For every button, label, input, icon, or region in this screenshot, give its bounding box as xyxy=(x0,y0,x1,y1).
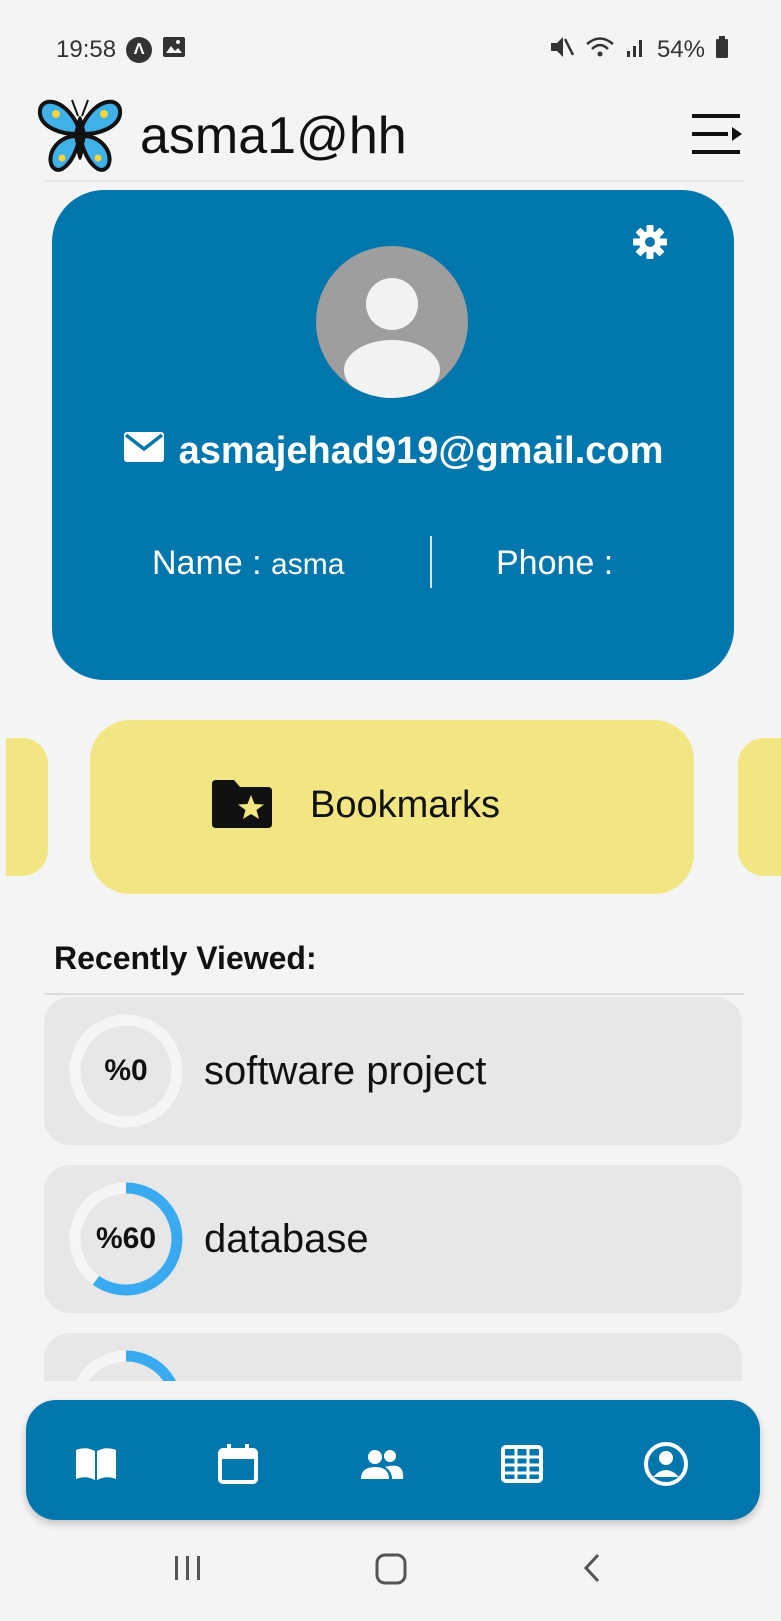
wifi-icon xyxy=(585,35,615,66)
app-bar-divider xyxy=(44,180,744,182)
recent-apps-icon[interactable] xyxy=(172,1552,204,1589)
account-icon[interactable] xyxy=(642,1440,690,1488)
recently-viewed-list[interactable]: %0 software project %60 database xyxy=(0,995,781,1381)
list-item[interactable]: %60 database xyxy=(44,1165,742,1313)
system-nav-bar xyxy=(0,1530,781,1621)
image-notification-icon xyxy=(162,36,186,65)
gear-icon[interactable] xyxy=(632,224,668,265)
book-icon[interactable] xyxy=(72,1440,120,1488)
profile-email: asmajehad919@gmail.com xyxy=(178,430,664,472)
status-bar: 19:58 Λ 54% xyxy=(0,0,781,100)
carousel-next-card[interactable] xyxy=(738,738,781,876)
profile-card: asmajehad919@gmail.com Name : asma Phone… xyxy=(52,190,734,680)
list-item[interactable] xyxy=(44,1333,742,1381)
table-icon[interactable] xyxy=(498,1440,546,1488)
butterfly-logo-icon xyxy=(34,96,126,181)
list-item[interactable]: %0 software project xyxy=(44,997,742,1145)
battery-icon xyxy=(715,35,729,66)
progress-percent: %60 xyxy=(95,1222,157,1255)
home-icon[interactable] xyxy=(374,1552,408,1591)
profile-name: Name : asma xyxy=(152,544,344,583)
carousel-prev-card[interactable] xyxy=(6,738,48,876)
avatar[interactable] xyxy=(316,246,468,398)
phone-label: Phone : xyxy=(496,544,614,582)
name-value: asma xyxy=(271,548,345,581)
mail-icon xyxy=(123,430,165,473)
battery-level: 54% xyxy=(656,36,705,63)
calendar-icon[interactable] xyxy=(214,1440,262,1488)
progress-percent xyxy=(68,1349,184,1381)
app-bar: asma1@hh xyxy=(0,92,781,184)
app-notification-icon: Λ xyxy=(126,37,153,63)
status-time: 19:58 xyxy=(56,36,117,63)
bookmarks-card[interactable]: Bookmarks xyxy=(90,720,694,894)
bottom-nav xyxy=(26,1400,760,1520)
menu-icon[interactable] xyxy=(690,110,744,163)
progress-percent: %0 xyxy=(104,1054,148,1087)
back-icon[interactable] xyxy=(580,1552,604,1589)
item-name: database xyxy=(204,1217,369,1261)
mute-icon xyxy=(549,35,575,66)
app-title: asma1@hh xyxy=(140,107,407,165)
bookmarks-label: Bookmarks xyxy=(310,784,501,826)
item-name: software project xyxy=(204,1049,487,1093)
signal-icon xyxy=(625,35,647,66)
name-label: Name : xyxy=(152,544,272,582)
email-row: asmajehad919@gmail.com xyxy=(52,430,734,473)
bookmark-folder-icon xyxy=(210,778,274,835)
info-separator xyxy=(430,536,432,588)
people-icon[interactable] xyxy=(358,1440,406,1488)
profile-info-row: Name : asma Phone : xyxy=(52,536,734,592)
recently-viewed-title: Recently Viewed: xyxy=(54,940,317,976)
